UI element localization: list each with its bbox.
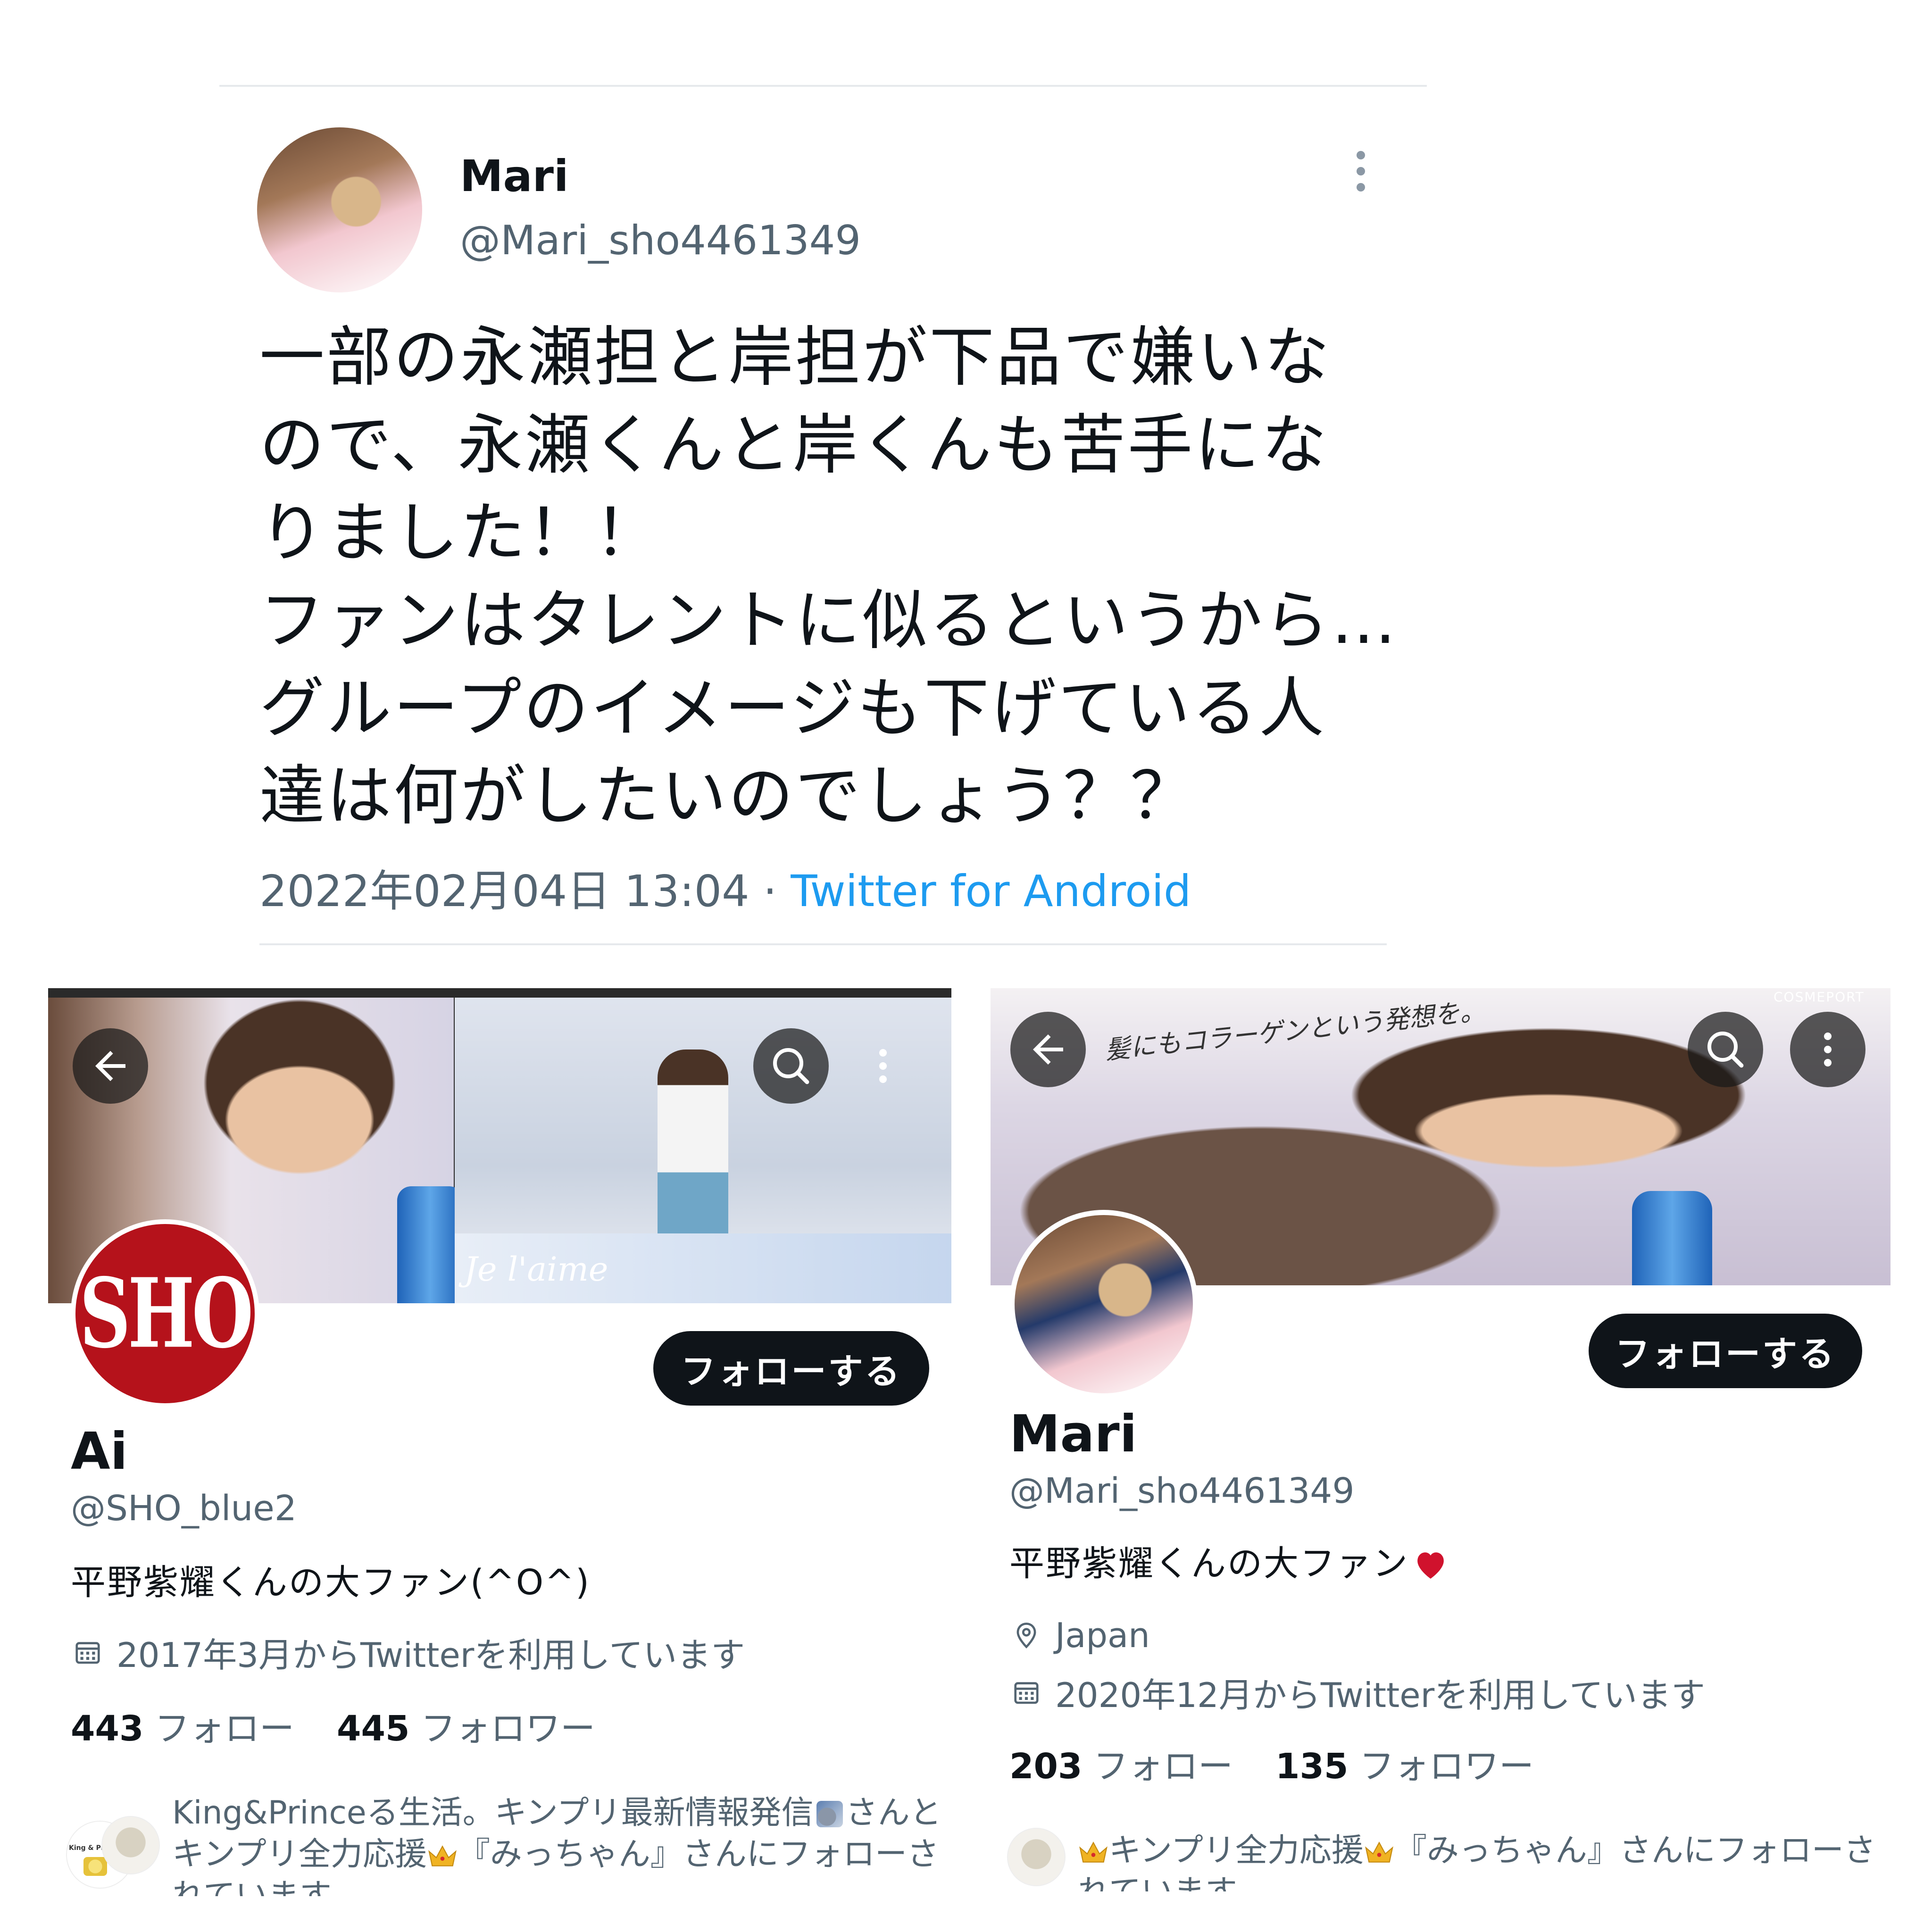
profile-bio: 平野紫耀くんの大ファン	[1009, 1535, 1449, 1586]
banner-brand-logo: COSMEPORT	[1774, 989, 1865, 1005]
following-count: 203	[1009, 1746, 1083, 1787]
calendar-icon	[75, 1641, 100, 1664]
followers-count: 135	[1275, 1746, 1349, 1787]
profile-bio: 平野紫耀くんの大ファン(^O^)	[71, 1562, 591, 1603]
followers-label: フォロワー	[421, 1708, 595, 1749]
tweet-line: 達は何がしたいのでしょう？？	[259, 758, 1198, 834]
crown-icon	[1365, 1841, 1393, 1863]
followed-by-avatar-2[interactable]	[101, 1816, 160, 1874]
back-arrow-icon	[95, 1051, 125, 1081]
location-pin-icon	[1016, 1623, 1036, 1649]
calendar-icon	[1014, 1682, 1039, 1704]
followers-label: フォロワー	[1359, 1746, 1534, 1787]
crown-badge	[83, 1857, 107, 1876]
tweet-timestamp[interactable]: 2022年02月04日 13:04	[259, 866, 749, 916]
followed-by-account-1: King&Princeる生活。キンプリ最新情報発信	[172, 1794, 814, 1832]
followers-link[interactable]: 135 フォロワー	[1275, 1746, 1534, 1787]
profile-handle: @Mari_sho4461349	[1009, 1471, 1355, 1511]
profile-avatar-mari[interactable]	[1009, 1210, 1198, 1399]
tweet-author-handle[interactable]: @Mari_sho4461349	[460, 217, 861, 264]
meta-separator: ·	[749, 866, 791, 916]
search-button[interactable]	[753, 1028, 829, 1104]
search-icon	[1707, 1032, 1744, 1068]
tweet-text: 一部の永瀬担と岸担が下品で嫌いな ので、永瀬くんと岸くんも苦手にな りました！！…	[259, 314, 1406, 840]
more-vertical-icon[interactable]	[1354, 151, 1368, 193]
follow-button[interactable]: フォローする	[1589, 1314, 1862, 1388]
followers-link[interactable]: 445 フォロワー	[337, 1708, 595, 1749]
profile-avatar-ai[interactable]: SHO	[71, 1219, 259, 1408]
banner-figure	[658, 1049, 728, 1248]
satellite-icon	[816, 1801, 843, 1827]
crown-icon	[1079, 1841, 1108, 1863]
followed-by-avatar[interactable]	[1007, 1828, 1066, 1886]
tweet-author-name[interactable]: Mari	[460, 151, 569, 201]
more-button[interactable]	[1790, 1012, 1865, 1087]
followed-by-tail: れています	[172, 1877, 332, 1896]
profile-handle: @SHO_blue2	[71, 1488, 297, 1529]
follow-stats: 443 フォロー 445 フォロワー	[71, 1700, 595, 1751]
top-divider	[219, 85, 1427, 87]
avatar-photo	[1015, 1215, 1193, 1393]
banner-logo-text: Je l'aime	[464, 1250, 608, 1289]
profile-bio-text: 平野紫耀くんの大ファン	[1009, 1543, 1409, 1584]
joined-text: 2020年12月からTwitterを利用しています	[1055, 1675, 1706, 1715]
back-button[interactable]	[73, 1028, 148, 1104]
following-label: フォロー	[155, 1708, 294, 1749]
search-icon	[773, 1048, 809, 1084]
sho-logo: SHO	[75, 1224, 255, 1403]
back-button[interactable]	[1010, 1012, 1086, 1087]
back-arrow-icon	[1033, 1034, 1063, 1065]
following-label: フォロー	[1093, 1746, 1233, 1787]
more-vertical-icon	[1824, 1033, 1832, 1066]
followed-by-account-1a: キンプリ全力応援	[1109, 1832, 1364, 1869]
joined-text: 2017年3月からTwitterを利用しています	[117, 1635, 745, 1675]
following-link[interactable]: 443 フォロー	[71, 1708, 294, 1749]
banner-bottle	[1632, 1191, 1712, 1285]
followed-by-account-1b: 『みっちゃん』さんにフォローさ	[1394, 1832, 1876, 1869]
followers-count: 445	[337, 1708, 410, 1749]
following-count: 443	[71, 1708, 144, 1749]
followed-by-account-2b: 『みっちゃん』さんにフォローさ	[458, 1836, 936, 1873]
tweet-line: ファンはタレントに似るというから…	[259, 583, 1399, 658]
followed-by-conj: さんと	[845, 1794, 936, 1832]
following-link[interactable]: 203 フォロー	[1009, 1746, 1233, 1787]
more-button[interactable]	[845, 1028, 921, 1104]
tweet-line: ので、永瀬くんと岸くんも苦手にな	[259, 407, 1329, 483]
location-text: Japan	[1055, 1616, 1150, 1655]
tweet-source-link[interactable]: Twitter for Android	[791, 866, 1191, 916]
heart-icon	[1417, 1552, 1444, 1579]
tweet-line: りました！！	[259, 495, 662, 571]
banner-handwritten-text: 髪にもコラーゲンという発想を。	[1103, 995, 1487, 1066]
more-vertical-icon	[879, 1049, 887, 1083]
follow-button[interactable]: フォローする	[653, 1331, 929, 1406]
tweet-meta: 2022年02月04日 13:04 · Twitter for Android	[259, 856, 1191, 919]
tweet-author-avatar[interactable]	[257, 127, 422, 292]
tweet-bottom-divider	[259, 943, 1387, 945]
followed-by-account-2a: キンプリ全力応援	[172, 1836, 427, 1873]
followed-by-text[interactable]: キンプリ全力応援『みっちゃん』さんにフォローさ れています	[1078, 1830, 1908, 1891]
tweet-line: 一部の永瀬担と岸担が下品で嫌いな	[259, 319, 1332, 395]
follow-stats: 203 フォロー 135 フォロワー	[1009, 1738, 1534, 1789]
crown-icon	[428, 1845, 457, 1866]
avatar-logo-text: SHO	[79, 1257, 254, 1370]
banner-bottle	[397, 1186, 463, 1303]
profile-name: Ai	[71, 1422, 128, 1481]
followed-by-text[interactable]: King&Princeる生活。キンプリ最新情報発信 さんと キンプリ全力応援 『みっ…	[172, 1792, 936, 1896]
joined-date: 2017年3月からTwitterを利用しています	[73, 1627, 745, 1677]
profile-name: Mari	[1009, 1405, 1137, 1464]
search-button[interactable]	[1688, 1012, 1763, 1087]
joined-date: 2020年12月からTwitterを利用しています	[1012, 1667, 1705, 1717]
followed-by-tail: れています	[1078, 1872, 1908, 1891]
profile-location: Japan	[1012, 1616, 1150, 1655]
tweet-line: グループのイメージも下げている人	[259, 670, 1326, 746]
